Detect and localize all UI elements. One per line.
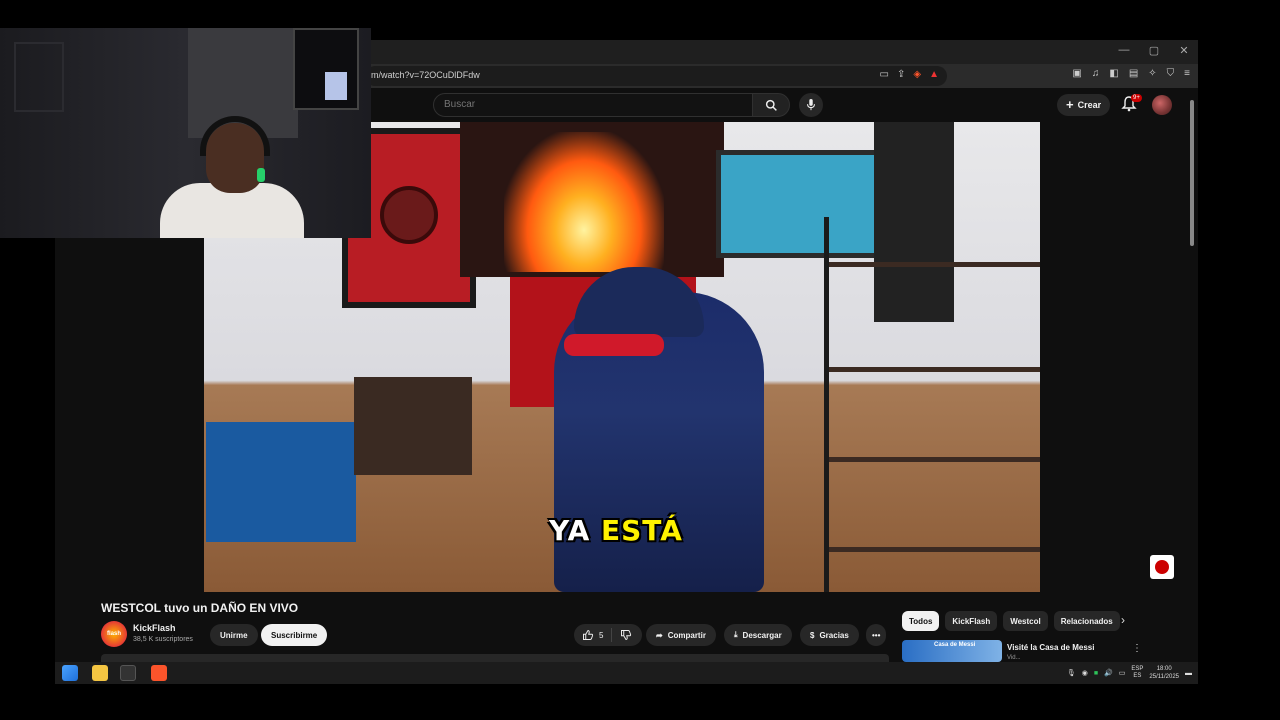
super-thanks-icon: $ bbox=[810, 630, 815, 640]
search-box[interactable] bbox=[433, 93, 753, 117]
windows-taskbar: 🎙 ◉ ■ 🔊 ▭ ESP ES 18:00 25/11/2025 ▬ bbox=[55, 662, 1198, 684]
brave-browser-icon[interactable] bbox=[151, 665, 167, 681]
leo-icon[interactable]: ✧ bbox=[1148, 68, 1156, 79]
video-caption: YA ESTÁ bbox=[549, 514, 683, 547]
more-vert-icon[interactable]: ⋮ bbox=[1132, 643, 1142, 654]
description-box[interactable] bbox=[101, 654, 889, 662]
search-button[interactable] bbox=[752, 93, 790, 117]
brave-shield-icon[interactable]: ◈ bbox=[913, 69, 921, 80]
menu-icon[interactable]: ≡ bbox=[1184, 68, 1190, 79]
obs-icon[interactable] bbox=[120, 665, 136, 681]
caption-word-2: ESTÁ bbox=[601, 514, 683, 547]
create-button[interactable]: + Crear bbox=[1057, 94, 1111, 116]
obs-tray-icon[interactable]: ◉ bbox=[1082, 669, 1088, 677]
join-button[interactable]: Unirme bbox=[210, 624, 258, 646]
start-icon[interactable] bbox=[62, 665, 78, 681]
subscriber-count: 38,5 K suscriptores bbox=[133, 636, 193, 643]
app-tray-icon[interactable]: ■ bbox=[1094, 670, 1098, 677]
thumbs-up-icon bbox=[583, 630, 594, 640]
voice-search-button[interactable] bbox=[799, 93, 823, 117]
close-icon[interactable]: ✕ bbox=[1178, 44, 1190, 57]
sidebar-icon[interactable]: ◧ bbox=[1109, 68, 1118, 79]
media-icon[interactable]: ♫ bbox=[1092, 68, 1100, 79]
video-title: WESTCOL tuvo un DAÑO EN VIVO bbox=[101, 601, 299, 615]
caption-word-1: YA bbox=[549, 514, 591, 547]
recommended-thumbnail[interactable]: Casa de Messi bbox=[902, 640, 1002, 662]
thumbs-down-icon bbox=[621, 630, 632, 640]
share-icon[interactable]: ⇪ bbox=[897, 69, 905, 80]
dislike-button[interactable] bbox=[612, 629, 640, 641]
cap-brim bbox=[564, 334, 664, 356]
extension-icon[interactable]: ▣ bbox=[1072, 68, 1081, 79]
lego-box bbox=[206, 422, 356, 542]
more-icon: ••• bbox=[872, 630, 881, 640]
brave-rewards-icon[interactable]: ▲ bbox=[929, 69, 939, 80]
network-icon[interactable]: ▭ bbox=[1119, 669, 1126, 677]
chip-related[interactable]: Relacionados bbox=[1053, 611, 1120, 631]
subscribe-button[interactable]: Suscribirme bbox=[261, 624, 328, 646]
channel-name[interactable]: KickFlash bbox=[133, 623, 176, 633]
plus-icon: + bbox=[1066, 97, 1074, 112]
display-shelf bbox=[824, 217, 1040, 592]
like-button[interactable]: 5 bbox=[574, 628, 613, 642]
right-column bbox=[1040, 122, 1198, 592]
mic-tray-icon[interactable]: 🎙 bbox=[1067, 669, 1076, 677]
notification-center-icon[interactable]: ▬ bbox=[1185, 670, 1192, 677]
recommended-meta: Vid... bbox=[1007, 655, 1021, 661]
url-text[interactable]: m/watch?v=72OCuDlDFdw bbox=[371, 70, 480, 80]
language-indicator[interactable]: ESP ES bbox=[1131, 666, 1143, 680]
recommended-title[interactable]: Visité la Casa de Messi bbox=[1007, 643, 1094, 652]
clock[interactable]: 18:00 25/11/2025 bbox=[1149, 665, 1179, 681]
webcam-overlay bbox=[0, 28, 371, 238]
vpn-icon[interactable]: ⛉ bbox=[1167, 68, 1175, 79]
search-icon bbox=[765, 99, 777, 111]
speaker-icon[interactable]: 🔊 bbox=[1104, 669, 1113, 677]
notification-badge: 9+ bbox=[1131, 94, 1142, 102]
like-dislike-group: 5 bbox=[574, 624, 642, 646]
search-input[interactable] bbox=[434, 94, 752, 115]
thanks-button[interactable]: $ Gracias bbox=[800, 624, 859, 646]
floating-app-icon[interactable] bbox=[1150, 555, 1174, 579]
chip-kickflash[interactable]: KickFlash bbox=[945, 611, 998, 631]
microphone-icon bbox=[807, 99, 815, 111]
download-button[interactable]: ⤓ Descargar bbox=[724, 624, 792, 646]
more-actions-button[interactable]: ••• bbox=[866, 624, 887, 646]
cast-icon[interactable]: ▭ bbox=[880, 69, 889, 80]
minimize-icon[interactable]: — bbox=[1118, 44, 1130, 57]
chip-all[interactable]: Todos bbox=[902, 611, 940, 631]
collectible-box bbox=[354, 377, 472, 475]
maximize-icon[interactable]: ▢ bbox=[1148, 44, 1160, 57]
wallet-icon[interactable]: ▤ bbox=[1129, 68, 1138, 79]
chevron-right-icon[interactable]: › bbox=[1121, 613, 1125, 627]
share-button[interactable]: ➦ Compartir bbox=[646, 624, 716, 646]
download-icon: ⤓ bbox=[734, 630, 738, 639]
account-avatar[interactable] bbox=[1152, 95, 1172, 115]
related-filter-chips: Todos KickFlash Westcol Relacionados bbox=[902, 611, 1120, 631]
create-label: Crear bbox=[1077, 100, 1102, 110]
channel-avatar[interactable]: flash bbox=[101, 621, 127, 647]
share-arrow-icon: ➦ bbox=[656, 630, 663, 640]
system-tray: 🎙 ◉ ■ 🔊 ▭ ESP ES 18:00 25/11/2025 ▬ bbox=[1067, 665, 1192, 681]
scrollbar[interactable] bbox=[1189, 90, 1195, 680]
fire-flames bbox=[504, 132, 664, 272]
address-bar[interactable]: m/watch?v=72OCuDlDFdw ▭ ⇪ ◈ ▲ bbox=[365, 66, 947, 86]
chip-westcol[interactable]: Westcol bbox=[1003, 611, 1048, 631]
file-explorer-icon[interactable] bbox=[92, 665, 108, 681]
